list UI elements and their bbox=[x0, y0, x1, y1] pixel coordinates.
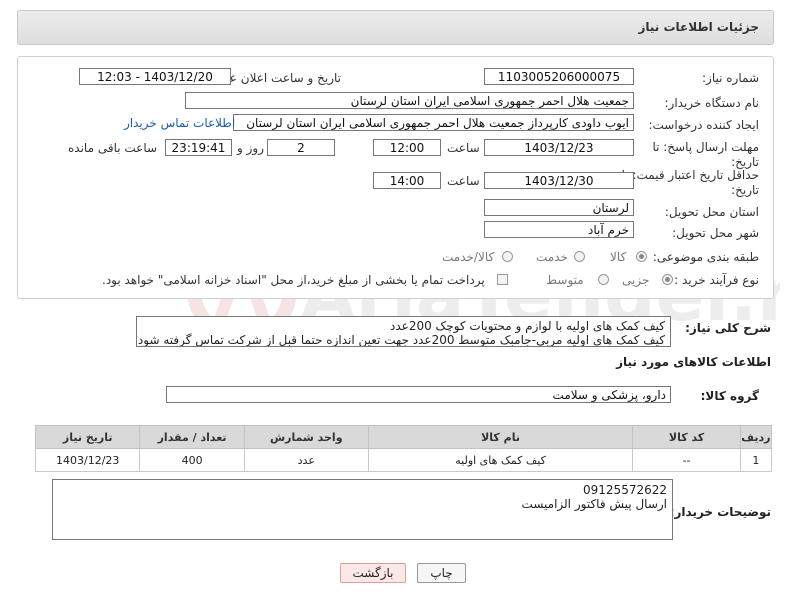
goods-group-label: گروه کالا: bbox=[700, 389, 759, 403]
time-remaining-label: ساعت باقی مانده bbox=[68, 141, 158, 155]
buyer-notes-line-2: ارسال پیش فاکتور الزامیست bbox=[521, 497, 667, 511]
buyer-notes-box: 09125572622 ارسال پیش فاکتور الزامیست bbox=[52, 479, 673, 540]
cell-unit: عدد bbox=[243, 448, 369, 472]
days-remaining-field: 2 bbox=[267, 139, 335, 156]
process-minor-label: جزیی bbox=[622, 273, 650, 287]
validity-date-field: 1403/12/30 bbox=[484, 172, 634, 189]
validity-time-label: ساعت bbox=[447, 174, 480, 188]
treasury-payment-note: پرداخت تمام یا بخشی از مبلغ خرید،از محل … bbox=[102, 273, 485, 287]
col-row: ردیف bbox=[739, 425, 773, 449]
treasury-payment-checkbox[interactable] bbox=[497, 274, 508, 285]
time-remaining-field: 23:19:41 bbox=[165, 139, 232, 156]
cell-name: کیف کمک های اولیه bbox=[367, 448, 634, 472]
goods-section-title: اطلاعات کالاهای مورد نیاز bbox=[616, 355, 771, 369]
print-button[interactable]: چاپ bbox=[417, 563, 466, 583]
category-goods-label: کالا bbox=[610, 250, 627, 264]
goods-table: ردیف کد کالا نام کالا واحد شمارش تعداد /… bbox=[34, 425, 773, 472]
cell-code: -- bbox=[632, 448, 741, 472]
description-line-2: کیف کمک های اولیه مربی-جامبک متوسط 200عد… bbox=[137, 333, 665, 347]
col-qty: تعداد / مقدار bbox=[139, 425, 245, 449]
col-unit: واحد شمارش bbox=[243, 425, 369, 449]
category-label: طبقه بندی موضوعی: bbox=[652, 250, 759, 264]
category-both-label: کالا/خدمت bbox=[442, 250, 495, 264]
requester-label: ایجاد کننده درخواست: bbox=[648, 118, 759, 132]
reply-time-label: ساعت bbox=[447, 141, 480, 155]
buyer-contact-link[interactable]: اطلاعات تماس خریدار bbox=[124, 116, 235, 130]
buyer-notes-line-1: 09125572622 bbox=[583, 483, 667, 497]
city-field: خرم آباد bbox=[484, 221, 634, 238]
process-minor-radio[interactable] bbox=[662, 274, 673, 285]
goods-table-header: ردیف کد کالا نام کالا واحد شمارش تعداد /… bbox=[34, 425, 773, 449]
category-service-radio[interactable] bbox=[574, 251, 585, 262]
price-validity-label: حداقل تاریخ اعتبار قیمت: تا تاریخ: bbox=[621, 168, 759, 197]
table-row: 1 -- کیف کمک های اولیه عدد 400 1403/12/2… bbox=[34, 448, 773, 472]
category-goods-radio[interactable] bbox=[636, 251, 647, 262]
cell-row: 1 bbox=[739, 448, 773, 472]
validity-time-field: 14:00 bbox=[373, 172, 441, 189]
col-name: نام کالا bbox=[367, 425, 634, 449]
buyer-org-field: جمعیت هلال احمر جمهوری اسلامی ایران استا… bbox=[185, 92, 634, 109]
page-header: جزئیات اطلاعات نیاز bbox=[17, 10, 774, 45]
description-line-1: کیف کمک های اولیه با لوازم و محتویات کوچ… bbox=[390, 319, 665, 333]
cell-date: 1403/12/23 bbox=[34, 448, 141, 472]
col-date: تاریخ نیاز bbox=[34, 425, 141, 449]
buyer-org-label: نام دستگاه خریدار: bbox=[664, 96, 760, 110]
days-label: روز و bbox=[237, 141, 264, 155]
need-number-field: 1103005206000075 bbox=[484, 68, 634, 85]
need-number-label: شماره نیاز: bbox=[702, 71, 759, 85]
province-label: استان محل تحویل: bbox=[664, 205, 759, 219]
back-button[interactable]: بازگشت bbox=[340, 563, 406, 583]
goods-group-field: دارو، پزشکی و سلامت bbox=[166, 386, 671, 403]
announce-datetime-field: 1403/12/20 - 12:03 bbox=[79, 68, 231, 85]
description-box: کیف کمک های اولیه با لوازم و محتویات کوچ… bbox=[136, 316, 671, 347]
city-label: شهر محل تحویل: bbox=[672, 226, 759, 240]
process-medium-radio[interactable] bbox=[598, 274, 609, 285]
category-both-radio[interactable] bbox=[502, 251, 513, 262]
buyer-notes-label: توضیحات خریدار: bbox=[669, 505, 771, 519]
reply-deadline-label: مهلت ارسال پاسخ: تا تاریخ: bbox=[652, 140, 759, 169]
cell-qty: 400 bbox=[139, 448, 245, 472]
process-medium-label: متوسط bbox=[546, 273, 584, 287]
process-type-label: نوع فرآیند خرید : bbox=[674, 273, 759, 287]
page-title: جزئیات اطلاعات نیاز bbox=[638, 20, 759, 34]
category-service-label: خدمت bbox=[536, 250, 568, 264]
province-field: لرستان bbox=[484, 199, 634, 216]
description-label: شرح کلی نیاز: bbox=[685, 321, 771, 335]
col-code: کد کالا bbox=[632, 425, 741, 449]
reply-date-field: 1403/12/23 bbox=[484, 139, 634, 156]
reply-time-field: 12:00 bbox=[373, 139, 441, 156]
requester-field: ایوب داودی کارپرداز جمعیت هلال احمر جمهو… bbox=[233, 114, 634, 131]
